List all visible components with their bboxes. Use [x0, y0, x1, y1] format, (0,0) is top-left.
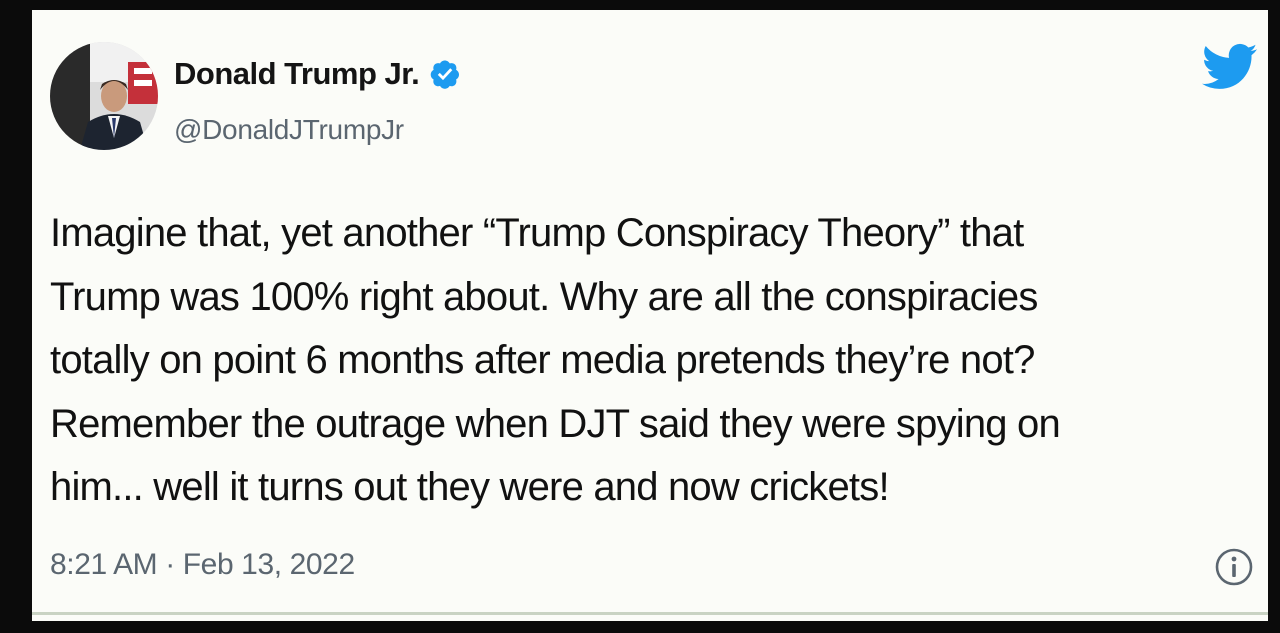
screenshot-frame: Donald Trump Jr. @DonaldJTrumpJr Imagine…: [0, 0, 1280, 633]
divider: [32, 612, 1268, 615]
info-icon[interactable]: [1214, 547, 1254, 587]
tweet-text-line: totally on point 6 months after media pr…: [50, 338, 1035, 382]
tweet-text-line: Remember the outrage when DJT said they …: [50, 401, 1061, 446]
twitter-bird-icon[interactable]: [1202, 42, 1258, 92]
tweet-text-line: him... well it turns out they were and n…: [50, 465, 890, 509]
tweet-text-line: Trump was 100% right about. Why are all …: [50, 274, 1038, 319]
tweet-text-line: Imagine that, yet another “Trump Conspir…: [50, 211, 1024, 255]
verified-badge-icon: [429, 58, 461, 90]
author-name-row: Donald Trump Jr.: [174, 54, 461, 94]
tweet-card[interactable]: Donald Trump Jr. @DonaldJTrumpJr Imagine…: [32, 10, 1268, 621]
tweet-timestamp[interactable]: 8:21 AM · Feb 13, 2022: [50, 548, 355, 582]
avatar[interactable]: [50, 42, 158, 150]
tweet-text: Imagine that, yet another “Trump Conspir…: [50, 202, 1265, 520]
author-handle[interactable]: @DonaldJTrumpJr: [174, 114, 404, 146]
avatar-image: [50, 42, 158, 150]
author-display-name[interactable]: Donald Trump Jr.: [174, 56, 420, 92]
